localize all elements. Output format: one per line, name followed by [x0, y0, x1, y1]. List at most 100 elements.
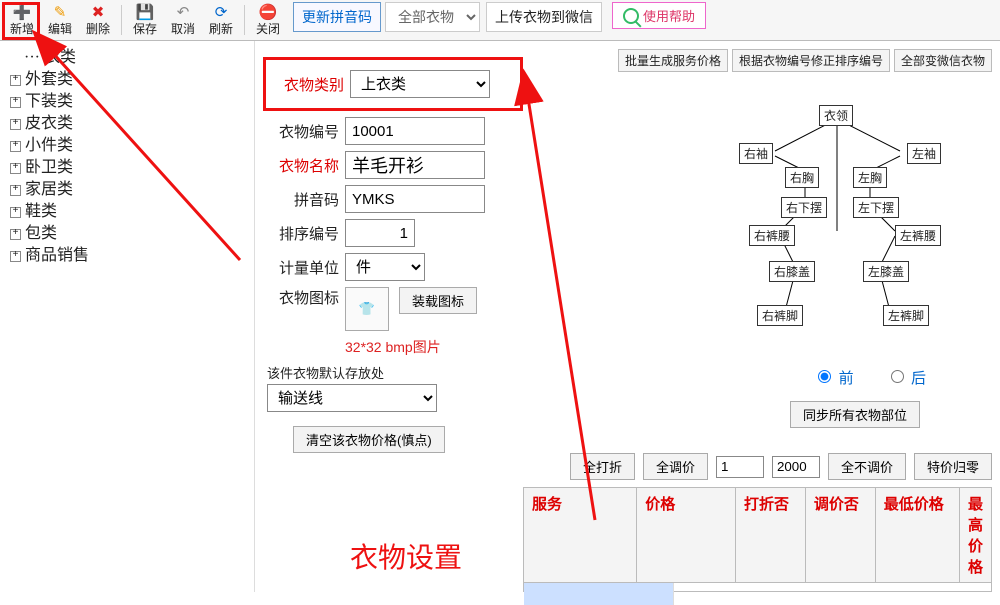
content-pane: 批量生成服务价格 根据衣物编号修正排序编号 全部变微信衣物 衣物类别 上衣类 衣… — [255, 41, 1000, 592]
undo-icon: ↶ — [164, 4, 202, 22]
refresh-icon: ⟳ — [202, 4, 240, 22]
expand-icon[interactable]: + — [10, 141, 21, 152]
part-l-sleeve[interactable]: 左袖 — [907, 143, 941, 164]
th-max: 最高价格 — [960, 488, 991, 582]
edit-button[interactable]: ✎编辑 — [41, 2, 79, 38]
th-discount: 打折否 — [736, 488, 806, 582]
form-area: 衣物类别 上衣类 衣物编号 衣物名称 拼音码 排序编号 计量单位 件 衣物图标 … — [263, 57, 523, 453]
part-l-chest[interactable]: 左胸 — [853, 167, 887, 188]
clear-price-button[interactable]: 清空该衣物价格(慎点) — [293, 426, 445, 453]
tree-item[interactable]: +小件类 — [10, 135, 250, 157]
main-toolbar: ➕新增 ✎编辑 ✖删除 💾保存 ↶取消 ⟳刷新 ⛔关闭 更新拼音码 全部衣物 上… — [0, 0, 1000, 41]
price-table: 服务 价格 打折否 调价否 最低价格 最高价格 — [523, 487, 992, 592]
th-price: 价格 — [637, 488, 736, 582]
category-label: 衣物类别 — [268, 74, 344, 95]
tree-item[interactable]: +鞋类 — [10, 201, 250, 223]
tree-item[interactable]: +皮衣类 — [10, 113, 250, 135]
part-l-hem[interactable]: 左下摆 — [853, 197, 899, 218]
part-r-waist[interactable]: 右裤腰 — [749, 225, 795, 246]
all-clothes-select[interactable]: 全部衣物 — [385, 2, 480, 32]
adjust-val2-input[interactable] — [772, 456, 820, 478]
help-button[interactable]: 使用帮助 — [612, 2, 706, 29]
tree-item[interactable]: +外套类 — [10, 69, 250, 91]
code-input[interactable] — [345, 117, 485, 145]
expand-icon[interactable]: + — [10, 207, 21, 218]
cancel-button[interactable]: ↶取消 — [164, 2, 202, 38]
top-links: 批量生成服务价格 根据衣物编号修正排序编号 全部变微信衣物 — [618, 49, 992, 72]
expand-icon[interactable]: + — [10, 75, 21, 86]
unit-label: 计量单位 — [263, 257, 339, 278]
all-wechat-button[interactable]: 全部变微信衣物 — [894, 49, 992, 72]
tree-item[interactable]: ··· 衣类 — [24, 47, 250, 69]
all-noadjust-button[interactable]: 全不调价 — [828, 453, 906, 480]
th-min: 最低价格 — [876, 488, 960, 582]
part-r-knee[interactable]: 右膝盖 — [769, 261, 815, 282]
expand-icon[interactable]: + — [10, 119, 21, 130]
part-collar[interactable]: 衣领 — [819, 105, 853, 126]
tree-item[interactable]: +包类 — [10, 223, 250, 245]
batch-price-button[interactable]: 批量生成服务价格 — [618, 49, 728, 72]
update-pinyin-button[interactable]: 更新拼音码 — [293, 2, 381, 32]
category-tree: ··· 衣类 +外套类 +下装类 +皮衣类 +小件类 +卧卫类 +家居类 +鞋类… — [0, 41, 255, 592]
radio-front[interactable]: 前 — [813, 370, 853, 387]
all-discount-button[interactable]: 全打折 — [570, 453, 635, 480]
upload-wechat-button[interactable]: 上传衣物到微信 — [486, 2, 602, 32]
part-r-sleeve[interactable]: 右袖 — [739, 143, 773, 164]
name-label: 衣物名称 — [263, 155, 339, 176]
save-icon: 💾 — [126, 4, 164, 22]
unit-select[interactable]: 件 — [345, 253, 425, 281]
x-icon: ✖ — [79, 4, 117, 22]
part-r-hem[interactable]: 右下摆 — [781, 197, 827, 218]
save-button[interactable]: 💾保存 — [126, 2, 164, 38]
all-adjust-button[interactable]: 全调价 — [643, 453, 708, 480]
expand-icon[interactable]: + — [10, 97, 21, 108]
icon-preview: 👕 — [345, 287, 389, 331]
delete-button[interactable]: ✖删除 — [79, 2, 117, 38]
sync-parts-button[interactable]: 同步所有衣物部位 — [790, 401, 920, 428]
pinyin-input[interactable] — [345, 185, 485, 213]
table-row[interactable] — [524, 583, 991, 605]
front-back-radio: 前 后 — [799, 367, 940, 388]
th-service: 服务 — [524, 488, 637, 582]
tree-item[interactable]: +下装类 — [10, 91, 250, 113]
tree-item[interactable]: +卧卫类 — [10, 157, 250, 179]
expand-icon[interactable]: + — [10, 251, 21, 262]
icon-label: 衣物图标 — [263, 287, 339, 308]
tree-item[interactable]: +商品销售 — [10, 245, 250, 267]
tree-item[interactable]: +家居类 — [10, 179, 250, 201]
pinyin-label: 拼音码 — [263, 189, 339, 210]
close-button[interactable]: ⛔关闭 — [249, 2, 287, 38]
part-l-foot[interactable]: 左裤脚 — [883, 305, 929, 326]
name-input[interactable] — [345, 151, 485, 179]
search-icon — [623, 8, 639, 24]
new-button[interactable]: ➕新增 — [3, 2, 41, 38]
icon-note: 32*32 bmp图片 — [345, 337, 523, 357]
category-highlight: 衣物类别 上衣类 — [263, 57, 523, 111]
close-icon: ⛔ — [249, 4, 287, 22]
special-zero-button[interactable]: 特价归零 — [914, 453, 992, 480]
load-icon-button[interactable]: 装载图标 — [399, 287, 477, 314]
default-loc-select[interactable]: 输送线 — [267, 384, 437, 412]
annotation-label: 衣物设置 — [350, 536, 462, 576]
body-diagram: 衣领 右袖 左袖 右胸 左胸 右下摆 左下摆 右裤腰 左裤腰 右膝盖 左膝盖 右… — [685, 101, 990, 361]
adjust-val1-input[interactable] — [716, 456, 764, 478]
price-toolbar: 全打折 全调价 全不调价 特价归零 — [523, 453, 992, 480]
fix-order-button[interactable]: 根据衣物编号修正排序编号 — [732, 49, 890, 72]
order-input[interactable] — [345, 219, 415, 247]
part-l-knee[interactable]: 左膝盖 — [863, 261, 909, 282]
default-loc-label: 该件衣物默认存放处 — [267, 363, 523, 382]
order-label: 排序编号 — [263, 223, 339, 244]
pencil-icon: ✎ — [41, 4, 79, 22]
expand-icon[interactable]: + — [10, 229, 21, 240]
expand-icon[interactable]: + — [10, 185, 21, 196]
radio-back[interactable]: 后 — [886, 370, 926, 387]
category-select[interactable]: 上衣类 — [350, 70, 490, 98]
plus-icon: ➕ — [3, 4, 41, 22]
expand-icon[interactable]: + — [10, 163, 21, 174]
refresh-button[interactable]: ⟳刷新 — [202, 2, 240, 38]
th-adjust: 调价否 — [806, 488, 876, 582]
code-label: 衣物编号 — [263, 121, 339, 142]
part-r-chest[interactable]: 右胸 — [785, 167, 819, 188]
part-r-foot[interactable]: 右裤脚 — [757, 305, 803, 326]
part-l-waist[interactable]: 左裤腰 — [895, 225, 941, 246]
